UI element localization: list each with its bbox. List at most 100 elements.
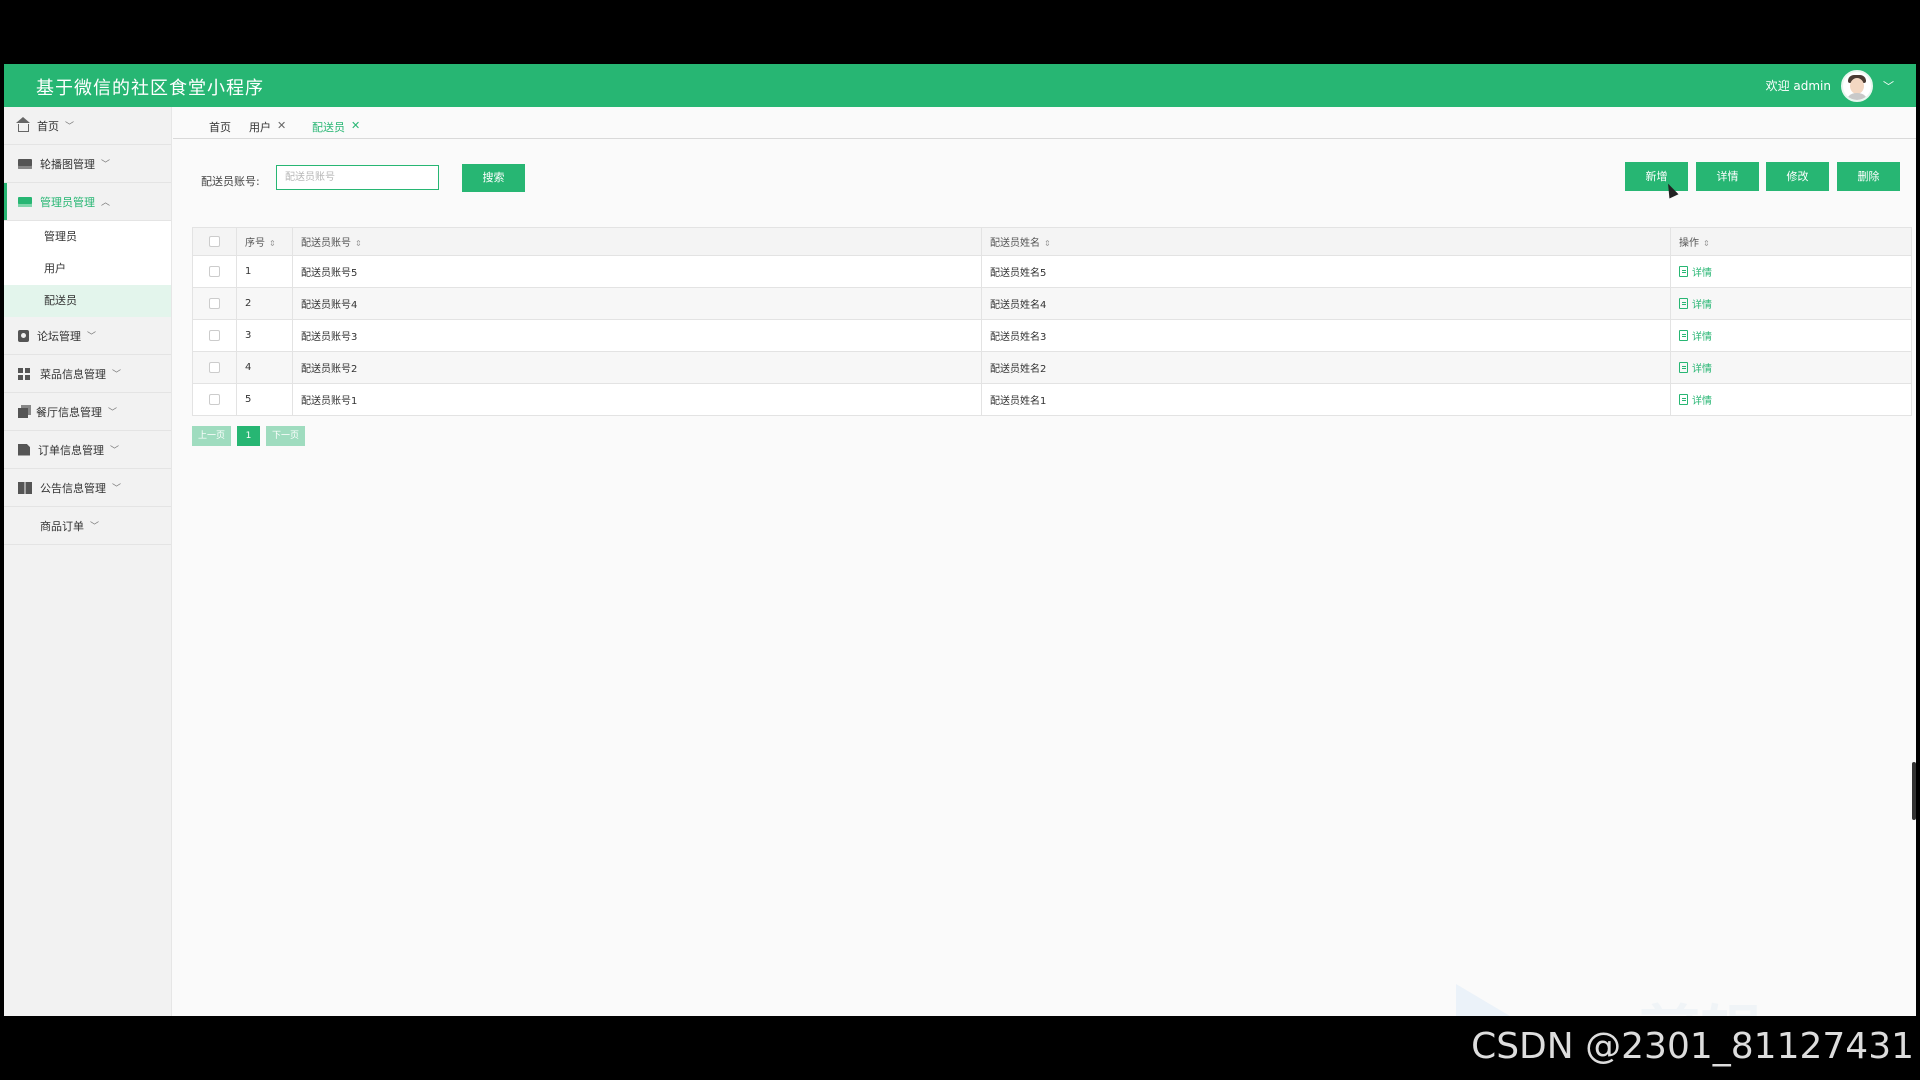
sidebar-item-home[interactable]: 首页 ﹀ (4, 107, 171, 145)
chevron-down-icon: ﹀ (65, 122, 75, 132)
sidebar-item-product-orders[interactable]: 商品订单 ﹀ (4, 507, 171, 545)
play-logo-icon (1456, 984, 1520, 1016)
app-title: 基于微信的社区食堂小程序 (36, 78, 264, 99)
tab-label: 首页 (209, 121, 231, 134)
sort-icon[interactable]: ⇕ (1703, 239, 1710, 248)
close-icon[interactable]: ✕ (277, 119, 286, 132)
delete-button[interactable]: 删除 (1837, 162, 1900, 191)
search-input[interactable] (276, 165, 439, 190)
tab-user[interactable]: 用户 ✕ (249, 119, 286, 135)
select-all-checkbox[interactable] (209, 235, 220, 247)
chevron-down-icon[interactable]: ﹀ (1883, 78, 1894, 94)
cell-name: 配送员姓名4 (981, 287, 1671, 320)
select-all-cell (192, 227, 237, 256)
avatar[interactable] (1841, 69, 1873, 102)
next-page-button[interactable]: 下一页 (266, 426, 305, 446)
header-account[interactable]: 配送员账号 ⇕ (292, 227, 982, 256)
ev-watermark-text: ev剪辑 (1556, 984, 1762, 1016)
header-action[interactable]: 操作 ⇕ (1670, 227, 1912, 256)
header-name[interactable]: 配送员姓名 ⇕ (981, 227, 1671, 256)
chevron-down-icon: ﹀ (108, 408, 118, 418)
edit-button[interactable]: 修改 (1766, 162, 1829, 191)
top-header: 基于微信的社区食堂小程序 欢迎 admin ﹀ (4, 64, 1916, 107)
grid-icon (18, 367, 32, 380)
cell-index: 5 (236, 383, 293, 416)
copy-icon (18, 408, 28, 418)
scrollbar-thumb[interactable] (1912, 762, 1916, 820)
row-checkbox[interactable] (209, 297, 220, 309)
search-button[interactable]: 搜索 (462, 164, 525, 192)
sort-icon[interactable]: ⇕ (269, 239, 276, 248)
welcome-text: 欢迎 admin (1765, 79, 1831, 93)
sidebar-subitem-admin[interactable]: 管理员 (4, 221, 171, 253)
sidebar-item-admin[interactable]: 管理员管理 ︿ (4, 183, 171, 221)
sidebar-item-label: 菜品信息管理 (40, 367, 106, 381)
cell-account: 配送员账号4 (292, 287, 982, 320)
csdn-watermark: CSDN @2301_81127431 (1471, 1026, 1914, 1067)
sidebar-item-forum[interactable]: 论坛管理 ﹀ (4, 317, 171, 355)
cell-name: 配送员姓名5 (981, 255, 1671, 288)
prev-page-button[interactable]: 上一页 (192, 426, 231, 446)
table-header-row: 序号 ⇕ 配送员账号 ⇕ 配送员姓名 ⇕ 操作 ⇕ (192, 227, 1912, 256)
sidebar-item-banner[interactable]: 轮播图管理 ﹀ (4, 145, 171, 183)
cell-account: 配送员账号1 (292, 383, 982, 416)
cell-account: 配送员账号5 (292, 255, 982, 288)
book-icon (18, 481, 32, 494)
document-icon (1679, 265, 1688, 277)
sidebar-item-dishes[interactable]: 菜品信息管理 ﹀ (4, 355, 171, 393)
detail-button[interactable]: 详情 (1696, 162, 1759, 191)
tab-bar: 首页 用户 ✕ 配送员 ✕ (173, 107, 1916, 139)
tab-courier[interactable]: 配送员 ✕ (312, 119, 360, 135)
row-checkbox[interactable] (209, 393, 220, 405)
chevron-down-icon: ﹀ (112, 370, 122, 380)
row-detail-link[interactable]: 详情 (1679, 296, 1712, 311)
row-checkbox[interactable] (209, 329, 220, 341)
sidebar: 首页 ﹀ 轮播图管理 ﹀ 管理员管理 ︿ 管理员 用户 配送员 论坛管理 ﹀ 菜… (4, 107, 172, 1016)
sidebar-item-label: 首页 (37, 119, 59, 133)
table-row: 5 配送员账号1 配送员姓名1 详情 (192, 383, 1912, 416)
home-icon (16, 116, 30, 132)
sidebar-item-orders[interactable]: 订单信息管理 ﹀ (4, 431, 171, 469)
row-detail-link[interactable]: 详情 (1679, 328, 1712, 343)
tab-home[interactable]: 首页 (209, 119, 231, 135)
user-menu[interactable]: 欢迎 admin ﹀ (1766, 69, 1894, 102)
sort-icon[interactable]: ⇕ (1044, 239, 1051, 248)
sidebar-item-notice[interactable]: 公告信息管理 ﹀ (4, 469, 171, 507)
app-window: 基于微信的社区食堂小程序 欢迎 admin ﹀ 首页 ﹀ 轮播图管理 ﹀ 管理员… (4, 64, 1916, 1016)
sidebar-item-label: 轮播图管理 (40, 157, 95, 171)
add-button[interactable]: 新增 (1625, 162, 1688, 191)
sidebar-item-label: 餐厅信息管理 (36, 405, 102, 419)
sidebar-item-label: 公告信息管理 (40, 481, 106, 495)
chevron-down-icon: ﹀ (90, 522, 100, 532)
order-icon (18, 443, 30, 456)
table-row: 1 配送员账号5 配送员姓名5 详情 (192, 255, 1912, 288)
header-index[interactable]: 序号 ⇕ (236, 227, 293, 256)
sidebar-item-label: 管理员管理 (40, 195, 95, 209)
page-number-button[interactable]: 1 (237, 426, 260, 446)
cell-account: 配送员账号3 (292, 319, 982, 352)
row-detail-link[interactable]: 详情 (1679, 264, 1712, 279)
chevron-down-icon: ﹀ (112, 484, 122, 494)
sidebar-item-restaurant[interactable]: 餐厅信息管理 ﹀ (4, 393, 171, 431)
row-checkbox[interactable] (209, 265, 220, 277)
cell-name: 配送员姓名3 (981, 319, 1671, 352)
sidebar-subitem-courier[interactable]: 配送员 (4, 285, 171, 317)
table-row: 3 配送员账号3 配送员姓名3 详情 (192, 319, 1912, 352)
row-detail-link[interactable]: 详情 (1679, 392, 1712, 407)
cell-index: 2 (236, 287, 293, 320)
courier-table: 序号 ⇕ 配送员账号 ⇕ 配送员姓名 ⇕ 操作 ⇕ 1 配送员账号5 配送员姓名5 详情… (192, 227, 1912, 416)
row-detail-link[interactable]: 详情 (1679, 360, 1712, 375)
admin-icon (18, 196, 32, 207)
sidebar-subitem-user[interactable]: 用户 (4, 253, 171, 285)
chevron-up-icon: ︿ (101, 198, 111, 208)
tab-label: 配送员 (312, 121, 345, 134)
document-icon (1679, 393, 1688, 405)
row-checkbox[interactable] (209, 361, 220, 373)
cell-name: 配送员姓名1 (981, 383, 1671, 416)
close-icon[interactable]: ✕ (351, 119, 360, 132)
search-label: 配送员账号: (201, 175, 260, 188)
sort-icon[interactable]: ⇕ (355, 239, 362, 248)
table-row: 4 配送员账号2 配送员姓名2 详情 (192, 351, 1912, 384)
pagination: 上一页 1 下一页 (192, 426, 305, 446)
table-row: 2 配送员账号4 配送员姓名4 详情 (192, 287, 1912, 320)
